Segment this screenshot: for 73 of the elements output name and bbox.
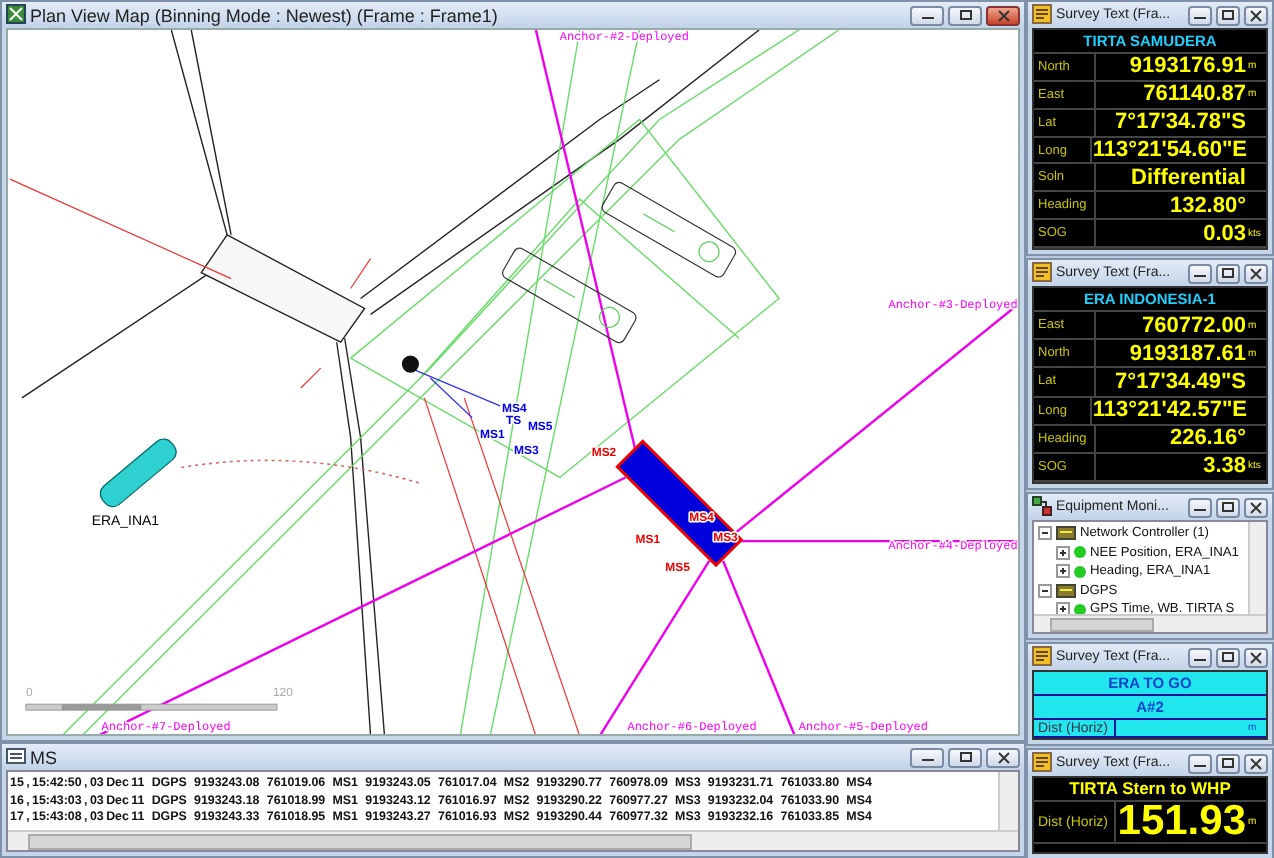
close-icon <box>1250 757 1262 769</box>
maximize-icon <box>1222 10 1234 20</box>
vessel-outline-drawing <box>599 179 739 280</box>
device-icon <box>1056 583 1076 598</box>
close-icon <box>1250 9 1262 21</box>
maximize-icon <box>959 752 971 762</box>
collapse-icon[interactable] <box>1038 526 1052 541</box>
collapse-icon[interactable] <box>1038 583 1052 598</box>
field-value: 761140.87 <box>1141 82 1248 107</box>
vertical-scrollbar[interactable] <box>998 772 1018 830</box>
window-title: Plan View Map (Binning Mode : Newest) (Frame : Frame1) <box>30 5 500 25</box>
close-button[interactable] <box>1244 753 1268 773</box>
minimize-button[interactable] <box>1188 497 1212 517</box>
field-value: Differential <box>1129 165 1248 190</box>
maximize-button[interactable] <box>948 5 982 25</box>
maximize-icon <box>1222 652 1234 662</box>
maximize-icon <box>959 10 971 20</box>
maximize-icon <box>1222 268 1234 278</box>
close-button[interactable] <box>986 5 1020 25</box>
expand-icon[interactable] <box>1056 602 1070 614</box>
network-app-icon <box>1032 495 1052 515</box>
vessel-outline-drawing <box>499 245 639 346</box>
list-app-icon <box>6 745 26 765</box>
minimize-button[interactable] <box>1188 263 1212 283</box>
close-icon <box>997 751 1009 763</box>
panel-app-icon <box>1032 645 1052 665</box>
field-value: 760772.00 <box>1140 313 1248 338</box>
maximize-button[interactable] <box>948 747 982 767</box>
field-value: 113°21'54.60"E <box>1092 138 1249 162</box>
close-button[interactable] <box>1244 263 1268 283</box>
maximize-button[interactable] <box>1216 647 1240 667</box>
close-button[interactable] <box>986 747 1020 767</box>
survey-spread-drawing <box>401 355 501 419</box>
panel-app-icon <box>1032 3 1052 23</box>
panel-app-icon <box>1032 751 1052 771</box>
field-value: 226.16° <box>1167 426 1248 451</box>
field-value: 7°17'34.49"S <box>1113 369 1248 394</box>
horizontal-scrollbar[interactable] <box>1034 614 1266 632</box>
device-icon <box>1056 526 1076 541</box>
expand-icon[interactable] <box>1056 564 1070 579</box>
field-value: 9193187.61 <box>1127 341 1248 366</box>
field-value: 0.03 <box>1201 221 1248 246</box>
horizontal-scrollbar[interactable] <box>8 830 1018 850</box>
close-button[interactable] <box>1244 647 1268 667</box>
minimize-button[interactable] <box>1188 753 1212 773</box>
maximize-button[interactable] <box>1216 5 1240 25</box>
minimize-button[interactable] <box>1188 647 1212 667</box>
window-title: MS <box>30 747 59 767</box>
minimize-button[interactable] <box>910 747 944 767</box>
panel-heading: TIRTA Stern to WHP <box>1034 778 1266 802</box>
vertical-scrollbar[interactable] <box>1248 522 1266 614</box>
maximize-button[interactable] <box>1216 263 1240 283</box>
close-button[interactable] <box>1244 5 1268 25</box>
field-value: 132.80° <box>1167 193 1248 218</box>
field-value: 113°21'42.57"E <box>1092 398 1249 423</box>
maximize-button[interactable] <box>1216 753 1240 773</box>
maximize-icon <box>1222 758 1234 768</box>
maximize-icon <box>1222 502 1234 512</box>
close-icon <box>1250 267 1262 279</box>
field-value: 9193176.91 <box>1127 54 1248 79</box>
expand-icon[interactable] <box>1056 545 1070 560</box>
minimize-button[interactable] <box>1188 5 1212 25</box>
panel-app-icon <box>1032 261 1052 281</box>
maximize-button[interactable] <box>1216 497 1240 517</box>
minimize-button[interactable] <box>910 5 944 25</box>
close-icon <box>1250 501 1262 513</box>
field-value: 151.93 <box>1116 798 1248 846</box>
close-icon <box>1250 651 1262 663</box>
map-app-icon <box>6 3 26 23</box>
field-value: 7°17'34.78"S <box>1113 110 1248 135</box>
field-value: 3.38 <box>1201 454 1248 479</box>
close-icon <box>997 9 1009 21</box>
close-button[interactable] <box>1244 497 1268 517</box>
